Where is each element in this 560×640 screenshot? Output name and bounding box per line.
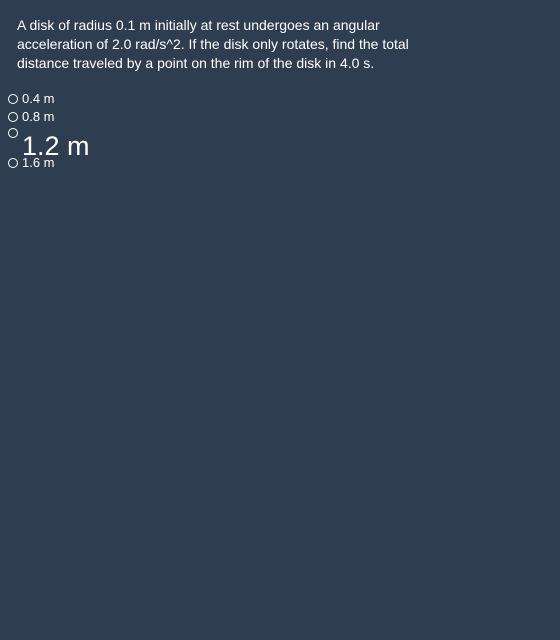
question-text: A disk of radius 0.1 m initially at rest… [17, 16, 427, 73]
question-line-1: A disk of radius 0.1 m initially at rest… [17, 17, 380, 33]
radio-button[interactable] [8, 94, 18, 104]
answer-options: 0.4 m 0.8 m 1.2 m 1.6 m [8, 90, 90, 172]
answer-label: 0.8 m [22, 109, 55, 124]
radio-button[interactable] [8, 158, 18, 168]
answer-option-1[interactable]: 0.4 m [8, 90, 90, 108]
answer-option-3[interactable]: 1.2 m [8, 126, 90, 160]
answer-label: 1.6 m [22, 155, 55, 170]
radio-button[interactable] [8, 128, 18, 138]
answer-option-2[interactable]: 0.8 m [8, 108, 90, 126]
question-line-3: distance traveled by a point on the rim … [17, 55, 375, 71]
answer-label: 0.4 m [22, 91, 55, 106]
radio-button[interactable] [8, 112, 18, 122]
question-line-2: acceleration of 2.0 rad/s^2. If the disk… [17, 36, 409, 52]
